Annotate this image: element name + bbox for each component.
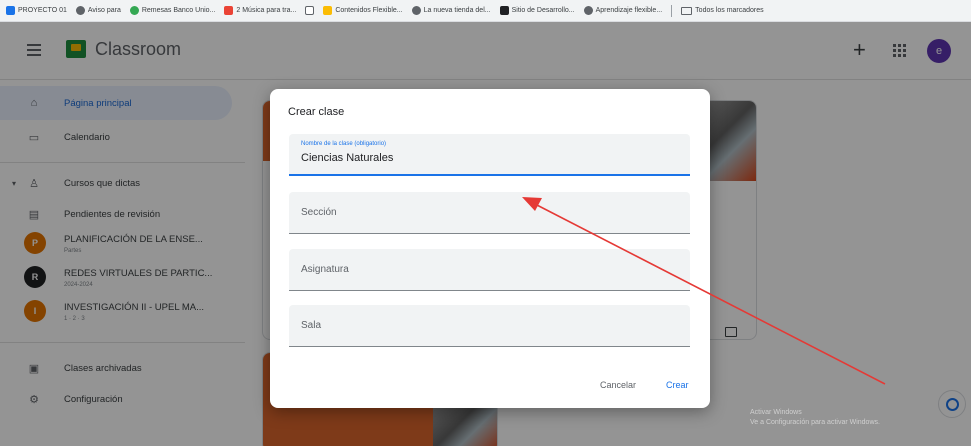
room-field[interactable]: Sala: [289, 305, 690, 347]
class-name-value[interactable]: Ciencias Naturales: [301, 152, 393, 164]
bookmarks-divider: [671, 4, 673, 17]
bookmark-icon: [499, 6, 509, 15]
bookmark-5[interactable]: Contenidos Flexible...: [323, 6, 403, 15]
bookmark-8[interactable]: Aprendizaje flexible...: [583, 6, 662, 15]
section-placeholder: Sección: [301, 207, 337, 218]
bookmark-icon: [75, 6, 85, 15]
bookmark-4[interactable]: [305, 6, 315, 15]
dialog-title: Crear clase: [288, 106, 345, 118]
bookmark-1[interactable]: Aviso para: [75, 6, 121, 15]
watermark-line-2: Ve a Configuración para activar Windows.: [750, 419, 880, 426]
youtube-icon: [224, 6, 234, 15]
cancel-button[interactable]: Cancelar: [600, 380, 636, 390]
bookmark-icon: [411, 6, 421, 15]
subject-placeholder: Asignatura: [301, 264, 349, 275]
watermark-line-1: Activar Windows: [750, 409, 802, 416]
create-class-dialog: Crear clase Nombre de la clase (obligato…: [270, 89, 710, 408]
bookmark-icon: [583, 6, 593, 15]
section-field[interactable]: Sección: [289, 192, 690, 234]
bookmark-7[interactable]: Sitio de Desarrollo...: [499, 6, 575, 15]
bookmark-0[interactable]: PROYECTO 01: [6, 6, 67, 15]
subject-field[interactable]: Asignatura: [289, 249, 690, 291]
create-button[interactable]: Crear: [666, 380, 689, 390]
bookmark-icon: [129, 6, 139, 15]
drive-icon: [323, 6, 333, 15]
bookmark-2[interactable]: Remesas Banco Unio...: [129, 6, 215, 15]
class-name-field[interactable]: Nombre de la clase (obligatorio) Ciencia…: [289, 134, 690, 176]
all-bookmarks[interactable]: Todos los marcadores: [681, 6, 764, 15]
bookmark-6[interactable]: La nueva tienda del...: [411, 6, 491, 15]
bookmarks-bar: PROYECTO 01 Aviso para Remesas Banco Uni…: [0, 0, 971, 22]
bookmark-icon: [305, 6, 315, 15]
windows-activation-watermark: Activar Windows Ve a Configuración para …: [750, 408, 955, 428]
room-placeholder: Sala: [301, 320, 322, 331]
bookmark-icon: [6, 6, 15, 15]
bookmark-3[interactable]: 2 Música para tra...: [224, 6, 296, 15]
class-name-label: Nombre de la clase (obligatorio): [301, 141, 387, 147]
folder-icon: [681, 6, 693, 15]
